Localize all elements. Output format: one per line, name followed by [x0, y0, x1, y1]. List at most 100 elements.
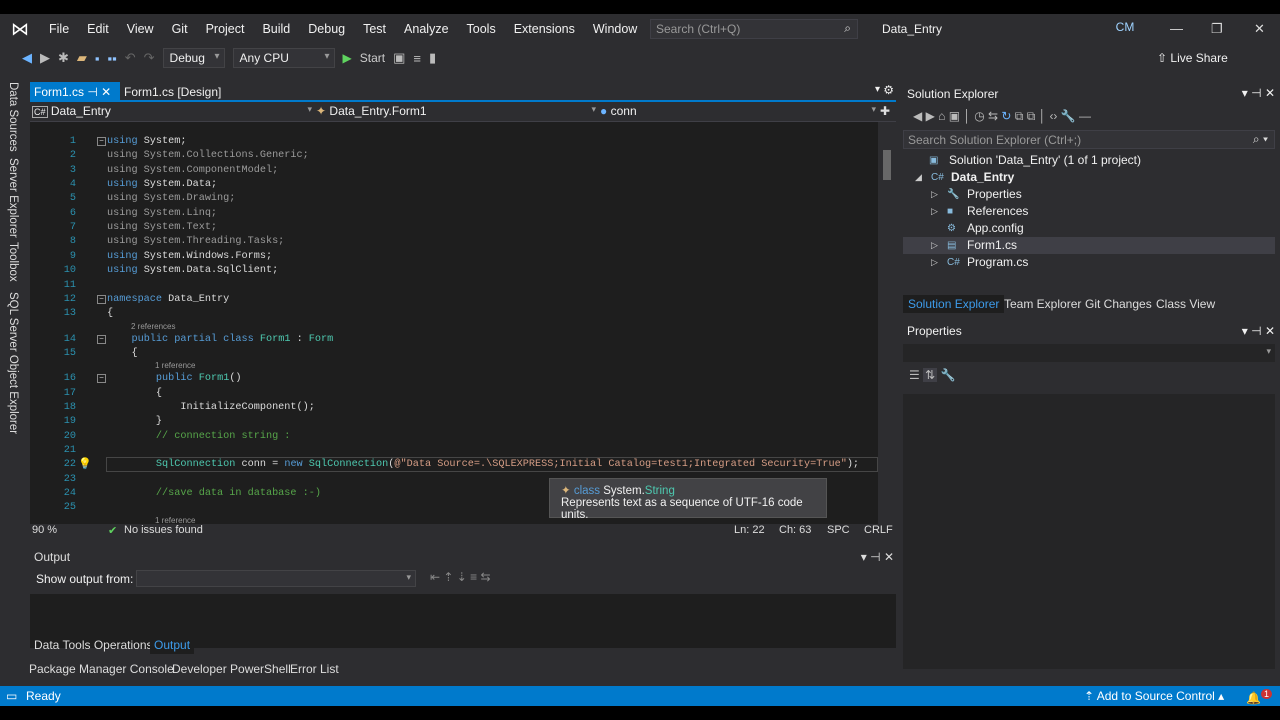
code-line[interactable]: using System.Windows.Forms;: [107, 251, 272, 262]
start-icon[interactable]: ▶: [343, 51, 352, 65]
menu-tools[interactable]: Tools: [458, 22, 505, 36]
line-ending[interactable]: CRLF: [864, 524, 893, 536]
code-line[interactable]: public Form1(): [107, 373, 242, 384]
code-line[interactable]: using System.Data;: [107, 179, 217, 190]
tree-item[interactable]: ▷ ■ References: [903, 203, 1275, 220]
code-lens-references[interactable]: 1 reference: [155, 361, 195, 370]
menu-window[interactable]: Window: [584, 22, 646, 36]
type-dropdown[interactable]: ✦ Data_Entry.Form1 ▾: [316, 104, 596, 121]
start-button[interactable]: Start: [360, 51, 385, 65]
close-icon[interactable]: ✕: [1254, 21, 1265, 37]
open-icon[interactable]: ▰: [77, 50, 87, 66]
notifications-icon[interactable]: 🔔 1: [1246, 689, 1272, 705]
tab-solution-explorer[interactable]: Solution Explorer: [903, 295, 1005, 313]
solution-toolbar[interactable]: ◀ ▶ ⌂ ▣ │ ◷ ⇆ ↻ ⧉ ⧉ │ ‹› 🔧 —: [913, 109, 1091, 124]
code-line[interactable]: using System.ComponentModel;: [107, 165, 278, 176]
bottom-tab-error-list[interactable]: Error List: [290, 662, 339, 676]
fold-icon[interactable]: −: [97, 374, 106, 384]
code-line[interactable]: {: [107, 348, 137, 359]
solution-search-input[interactable]: Search Solution Explorer (Ctrl+;) ⌕ ▾: [903, 130, 1275, 149]
menu-project[interactable]: Project: [197, 22, 254, 36]
bottom-tab-powershell[interactable]: Developer PowerShell: [172, 662, 291, 676]
back-icon[interactable]: ◀: [22, 50, 32, 66]
close-tab-icon[interactable]: ✕: [101, 85, 111, 99]
minimize-icon[interactable]: —: [1170, 21, 1183, 36]
fold-icon[interactable]: −: [97, 334, 106, 344]
code-line[interactable]: }: [107, 416, 162, 427]
split-icon[interactable]: ✚: [880, 104, 890, 121]
menu-edit[interactable]: Edit: [78, 22, 118, 36]
code-editor[interactable]: − 1 using System; 2 using System.Collections…: [30, 122, 878, 524]
search-input[interactable]: Search (Ctrl+Q) ⌕: [650, 19, 858, 39]
tree-item[interactable]: ▣ Solution 'Data_Entry' (1 of 1 project): [903, 152, 1275, 169]
output-source-dropdown[interactable]: ▾: [136, 570, 416, 587]
menu-test[interactable]: Test: [354, 22, 395, 36]
bookmark-icon[interactable]: ▮: [429, 50, 436, 66]
tree-item[interactable]: ▷ 🔧 Properties: [903, 186, 1275, 203]
side-tab-sql-server-object-explorer[interactable]: SQL Server Object Explorer: [7, 292, 19, 434]
menu-file[interactable]: File: [40, 22, 78, 36]
menu-debug[interactable]: Debug: [299, 22, 354, 36]
issues-status[interactable]: No issues found: [124, 524, 203, 536]
properties-toolbar[interactable]: ☰ ⇅ 🔧: [909, 368, 955, 382]
code-line[interactable]: public partial class Form1 : Form: [107, 334, 333, 345]
source-control-button[interactable]: ⇡ Add to Source Control ▴: [1084, 689, 1224, 703]
side-tab-toolbox[interactable]: Toolbox: [7, 242, 19, 282]
code-line[interactable]: //save data in database :-): [107, 488, 321, 499]
menu-analyze[interactable]: Analyze: [395, 22, 457, 36]
expand-arrow-icon[interactable]: ▷: [931, 237, 938, 254]
restore-icon[interactable]: ❐: [1211, 21, 1223, 37]
tab-team-explorer[interactable]: Team Explorer: [1004, 297, 1081, 311]
code-line[interactable]: namespace Data_Entry: [107, 294, 229, 305]
panel-controls-icon[interactable]: ▾ ⊣ ✕: [1242, 86, 1275, 100]
code-line[interactable]: using System.Data.SqlClient;: [107, 265, 278, 276]
editor-scrollbar[interactable]: [878, 122, 896, 524]
platform-dropdown[interactable]: Any CPU: [232, 48, 335, 68]
tree-item[interactable]: ⚙ App.config: [903, 220, 1275, 237]
code-line[interactable]: using System.Collections.Generic;: [107, 150, 309, 161]
config-dropdown[interactable]: Debug: [162, 48, 225, 68]
save-icon[interactable]: ▪: [95, 51, 100, 66]
expand-arrow-icon[interactable]: ◢: [915, 169, 922, 186]
panel-controls-icon[interactable]: ▾ ⊣ ✕: [861, 550, 894, 564]
side-tab-data-sources[interactable]: Data Sources: [7, 82, 19, 152]
undo-icon[interactable]: ↶: [125, 50, 136, 66]
fold-icon[interactable]: −: [97, 137, 106, 146]
code-line[interactable]: {: [107, 308, 113, 319]
menu-view[interactable]: View: [118, 22, 163, 36]
bottom-tab-output[interactable]: Output: [150, 636, 195, 654]
panel-controls-icon[interactable]: ▾ ⊣ ✕: [1242, 324, 1275, 338]
browse-icon[interactable]: ▣: [393, 50, 405, 66]
new-item-icon[interactable]: ✱: [58, 50, 69, 66]
project-dropdown[interactable]: C# Data_Entry ▾: [32, 104, 312, 121]
code-line[interactable]: using System;: [107, 136, 187, 147]
menu-git[interactable]: Git: [163, 22, 197, 36]
menu-extensions[interactable]: Extensions: [505, 22, 584, 36]
tab-form1-design[interactable]: Form1.cs [Design]: [120, 82, 225, 102]
indent-mode[interactable]: SPC: [827, 524, 850, 536]
expand-arrow-icon[interactable]: ▷: [931, 203, 938, 220]
code-line[interactable]: using System.Text;: [107, 222, 217, 233]
properties-object-dropdown[interactable]: ▾: [903, 344, 1275, 362]
code-line[interactable]: SqlConnection conn = new SqlConnection(@…: [107, 459, 859, 470]
tab-git-changes[interactable]: Git Changes: [1085, 297, 1152, 311]
code-lens-references[interactable]: 2 references: [131, 322, 175, 331]
tree-item[interactable]: ▷ C# Program.cs: [903, 254, 1275, 271]
code-line[interactable]: {: [107, 388, 162, 399]
code-line[interactable]: using System.Drawing;: [107, 193, 235, 204]
tab-class-view[interactable]: Class View: [1156, 297, 1215, 311]
avatar[interactable]: CM: [1112, 20, 1138, 38]
bottom-tab-package-manager[interactable]: Package Manager Console: [29, 662, 174, 676]
code-line[interactable]: InitializeComponent();: [107, 402, 315, 413]
redo-icon[interactable]: ↷: [144, 50, 155, 66]
member-dropdown[interactable]: ● conn ▾: [600, 104, 876, 121]
bottom-tab-data-tools[interactable]: Data Tools Operations: [34, 638, 153, 652]
forward-icon[interactable]: ▶: [40, 50, 50, 66]
code-line[interactable]: using System.Threading.Tasks;: [107, 236, 284, 247]
settings-icon[interactable]: ⚙: [883, 83, 894, 97]
format-icon[interactable]: ≡: [413, 51, 421, 66]
lightbulb-icon[interactable]: 💡: [78, 457, 92, 471]
tree-item[interactable]: ◢ C# Data_Entry: [903, 169, 1275, 186]
code-line[interactable]: // connection string :: [107, 431, 291, 442]
pin-icon[interactable]: ⊣: [87, 85, 97, 99]
